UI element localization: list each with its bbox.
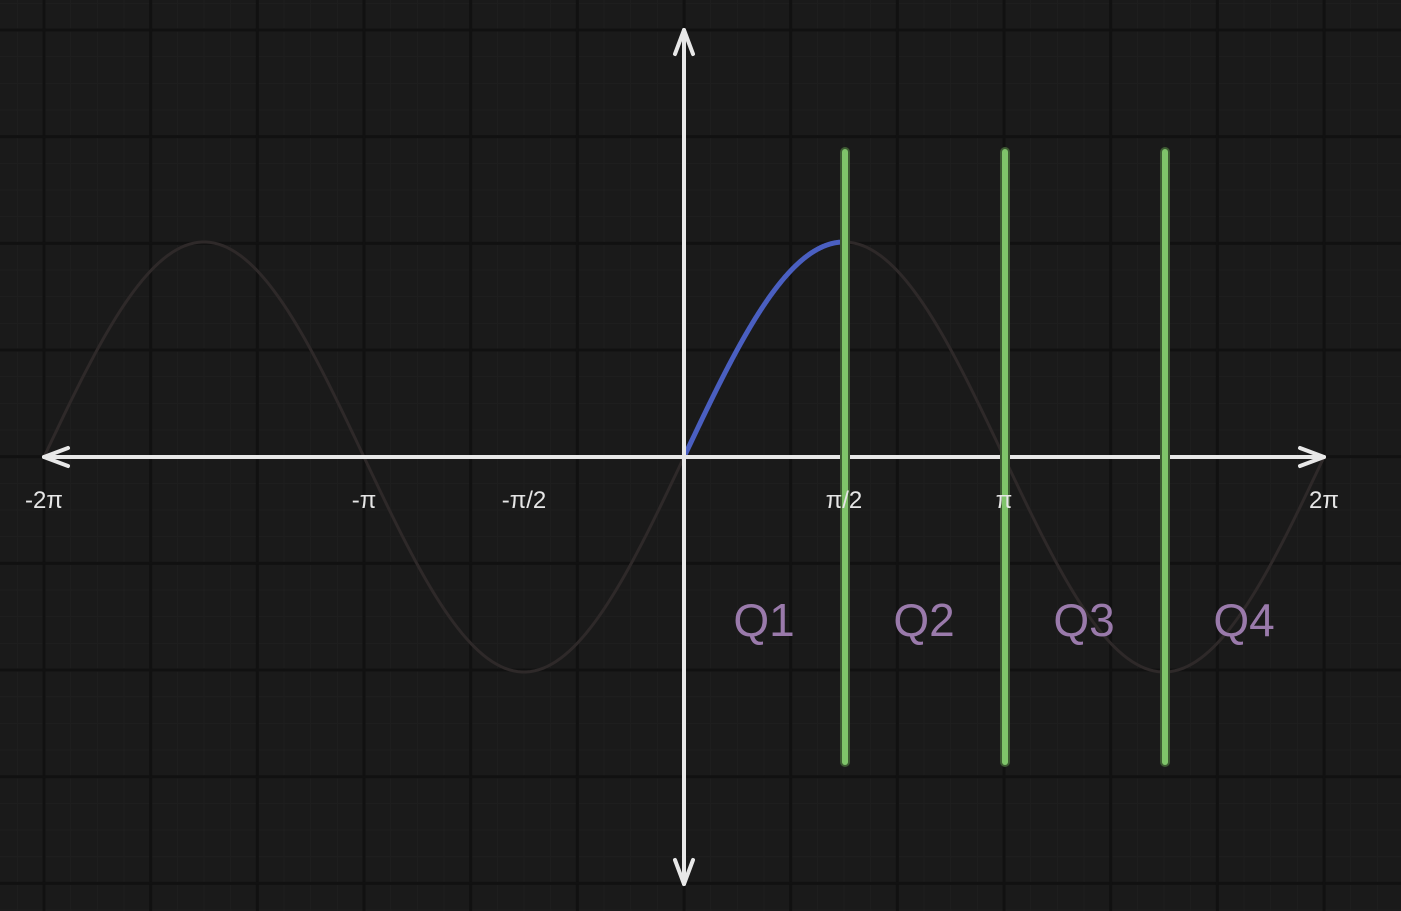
x-tick-label: -π/2 (502, 487, 547, 514)
quadrant-label: Q4 (1213, 594, 1274, 646)
x-tick-label: 2π (1309, 487, 1339, 514)
sine-quadrant-chart: -2π -π -π/2 π/2 π 2π Q1 Q2 Q3 Q4 (0, 0, 1401, 911)
quadrant-label: Q1 (733, 594, 794, 646)
quadrant-label: Q3 (1053, 594, 1114, 646)
x-tick-label: π (996, 487, 1013, 514)
x-tick-label: π/2 (826, 487, 863, 514)
quadrant-label: Q2 (893, 594, 954, 646)
x-tick-label: -2π (25, 487, 63, 514)
x-tick-label: -π (352, 487, 377, 514)
